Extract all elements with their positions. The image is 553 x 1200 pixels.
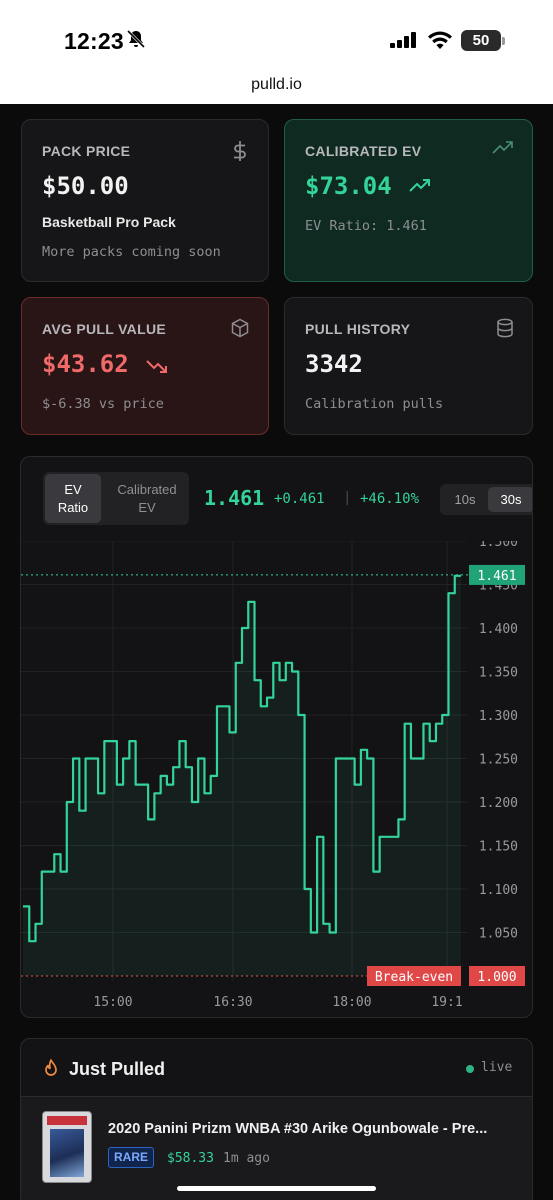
- pull-list-item[interactable]: 2020 Panini Prizm WNBA #30 Arike Ogunbow…: [21, 1096, 532, 1200]
- y-tick-label: 1.050: [479, 927, 518, 942]
- calibrated-ev-card: CALIBRATED EV $73.04 EV Ratio: 1.461: [284, 119, 533, 282]
- calibrated-ev-label: CALIBRATED EV: [305, 143, 422, 159]
- just-pulled-title: Just Pulled: [69, 1059, 166, 1079]
- pack-note: More packs coming soon: [42, 244, 221, 260]
- pull-history-note: Calibration pulls: [305, 396, 444, 412]
- y-tick-label: 1.200: [479, 796, 518, 811]
- ev-ratio-note: EV Ratio: 1.461: [305, 218, 427, 234]
- browser-chrome: 12:23 50 pulld.io: [0, 0, 553, 104]
- database-icon: [497, 318, 513, 338]
- ev-chart-panel: EV Ratio Calibrated EV 1.461 +0.461 | +4…: [20, 456, 533, 1018]
- tab-calibrated-ev-line1: Calibrated: [117, 482, 177, 497]
- x-tick-label: 19:1: [431, 995, 462, 1010]
- pull-price: $58.33: [167, 1151, 214, 1166]
- pull-time-ago: 1m ago: [223, 1151, 270, 1166]
- pack-price-value: $50.00: [42, 172, 129, 200]
- trend-up-icon: [492, 141, 513, 154]
- y-tick-label: 1.250: [479, 753, 518, 768]
- tab-ev-ratio-line1: EV: [64, 482, 82, 497]
- card-art: [50, 1129, 84, 1177]
- flame-icon: [45, 1059, 57, 1076]
- x-tick-label: 15:00: [93, 995, 132, 1010]
- trend-up-small-icon: [409, 179, 430, 192]
- cube-icon: [231, 318, 249, 338]
- avg-pull-value: $43.62: [42, 350, 129, 378]
- ratio-percent: +46.10%: [360, 491, 420, 507]
- live-indicator-dot: [466, 1065, 474, 1073]
- cell-signal-icon: [390, 32, 416, 48]
- ratio-separator: |: [343, 490, 352, 506]
- calibrated-ev-value: $73.04: [305, 172, 392, 200]
- avg-pull-value-card: AVG PULL VALUE $43.62 $-6.38 vs price: [21, 297, 269, 435]
- home-indicator: [177, 1186, 376, 1191]
- y-tick-label: 1.500: [479, 541, 518, 550]
- tab-ev-ratio-line2: Ratio: [57, 500, 89, 515]
- x-tick-label: 16:30: [213, 995, 252, 1010]
- pack-name: Basketball Pro Pack: [42, 214, 176, 230]
- current-ratio: 1.461: [204, 486, 265, 510]
- pull-history-value: 3342: [305, 350, 363, 378]
- y-tick-label: 1.100: [479, 883, 518, 898]
- y-tick-label: 1.350: [479, 666, 518, 681]
- pack-price-label: PACK PRICE: [42, 143, 131, 159]
- ratio-delta: +0.461: [274, 491, 325, 507]
- battery-indicator: 50: [461, 30, 501, 51]
- x-tick-label: 18:00: [332, 995, 371, 1010]
- bell-slash-icon: [126, 29, 146, 49]
- pull-history-card: PULL HISTORY 3342 Calibration pulls: [284, 297, 533, 435]
- rarity-badge: RARE: [108, 1147, 154, 1168]
- wifi-icon: [428, 31, 452, 49]
- avg-vs-price: $-6.38 vs price: [42, 396, 164, 412]
- interval-toggle: 10s 30s: [440, 484, 532, 515]
- tab-calibrated-ev-line2: EV: [138, 500, 156, 515]
- current-value-label: 1.461: [477, 569, 516, 584]
- y-tick-label: 1.150: [479, 840, 518, 855]
- card-thumbnail: [42, 1111, 92, 1183]
- live-label: live: [481, 1060, 513, 1075]
- break-even-value-label: 1.000: [477, 970, 516, 985]
- pull-history-label: PULL HISTORY: [305, 321, 411, 337]
- dollar-icon: [234, 141, 246, 161]
- address-bar[interactable]: pulld.io: [0, 76, 553, 94]
- battery-tip: [502, 37, 505, 45]
- interval-10s[interactable]: 10s: [444, 487, 486, 512]
- status-time: 12:23: [64, 28, 124, 54]
- avg-pull-label: AVG PULL VALUE: [42, 321, 166, 337]
- tab-ev-ratio[interactable]: EV Ratio: [45, 474, 101, 523]
- pack-price-card: PACK PRICE $50.00 Basketball Pro Pack Mo…: [21, 119, 269, 282]
- tab-calibrated-ev[interactable]: Calibrated EV: [107, 474, 187, 523]
- pull-card-name: 2020 Panini Prizm WNBA #30 Arike Ogunbow…: [108, 1121, 488, 1137]
- just-pulled-panel: Just Pulled live 2020 Panini Prizm WNBA …: [20, 1038, 533, 1200]
- break-even-label: Break-even: [375, 970, 453, 985]
- chart-mode-toggle: EV Ratio Calibrated EV: [43, 472, 189, 525]
- y-tick-label: 1.400: [479, 622, 518, 637]
- ev-line-chart[interactable]: 1.5001.4501.4001.3501.3001.2501.2001.150…: [21, 541, 533, 1018]
- interval-30s[interactable]: 30s: [488, 487, 532, 512]
- y-tick-label: 1.300: [479, 709, 518, 724]
- grading-label: [47, 1116, 87, 1125]
- trend-down-icon: [146, 360, 167, 373]
